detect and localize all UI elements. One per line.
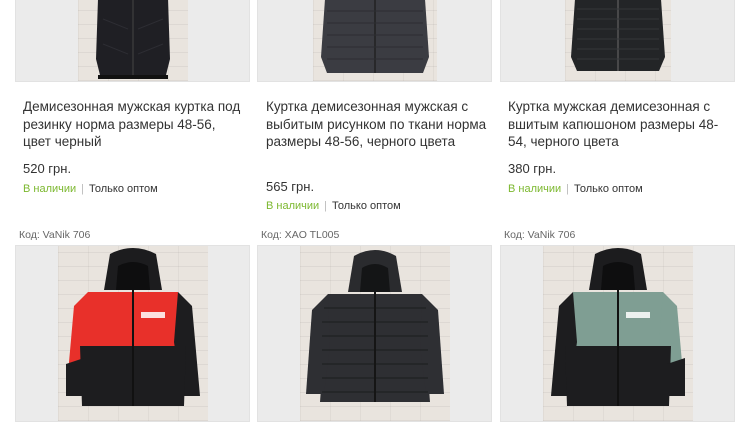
grey-quilted-jacket-image [320, 0, 429, 73]
separator: | [81, 183, 85, 195]
product-title[interactable]: Куртка мужская демисезонная с вшитым кап… [508, 98, 730, 151]
wholesale-only-label: Только оптом [332, 200, 401, 212]
product-price: 565 грн. [266, 179, 315, 194]
product-price: 520 грн. [23, 161, 72, 176]
red-black-jacket-image [65, 248, 200, 406]
availability-row: В наличии | Только оптом [23, 183, 158, 195]
green-black-jacket-image [550, 248, 685, 406]
availability-row: В наличии | Только оптом [508, 183, 643, 195]
separator: | [566, 183, 570, 195]
product-code: Код: VaNik 706 [19, 229, 91, 241]
product-code: Код: VaNik 706 [504, 229, 576, 241]
in-stock-label: В наличии [508, 183, 562, 195]
in-stock-label: В наличии [23, 183, 77, 195]
black-quilted-hooded-jacket-image [305, 250, 444, 402]
wholesale-only-label: Только оптом [89, 183, 158, 195]
product-image[interactable] [500, 0, 735, 82]
product-image[interactable] [257, 0, 492, 82]
black-jacket-image [95, 0, 170, 79]
availability-row: В наличии | Только оптом [266, 200, 401, 212]
wholesale-only-label: Только оптом [574, 183, 643, 195]
product-image[interactable] [15, 0, 250, 82]
product-title[interactable]: Куртка демисезонная мужская с выбитым ри… [266, 98, 488, 151]
black-quilted-jacket-image [570, 0, 665, 71]
product-image[interactable] [257, 245, 492, 422]
in-stock-label: В наличии [266, 200, 320, 212]
product-title[interactable]: Демисезонная мужская куртка под резинку … [23, 98, 245, 151]
product-price: 380 грн. [508, 161, 557, 176]
product-image[interactable] [500, 245, 735, 422]
product-image[interactable] [15, 245, 250, 422]
separator: | [324, 200, 328, 212]
product-code: Код: XAO TL005 [261, 229, 340, 241]
